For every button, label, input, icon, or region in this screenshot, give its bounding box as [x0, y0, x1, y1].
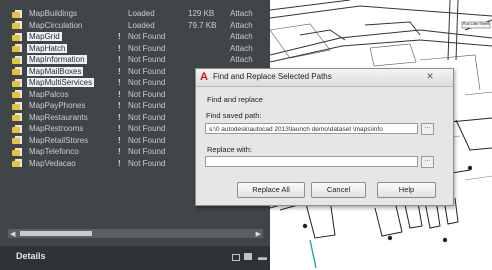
warning-icon: ! [118, 66, 121, 76]
replace-with-label: Replace with: [207, 145, 253, 154]
warning-icon: ! [118, 101, 121, 110]
reference-status: Not Found [128, 55, 166, 64]
horizontal-scrollbar[interactable]: ◀ ▶ [8, 229, 263, 238]
warning-icon: ! [118, 78, 121, 87]
reference-row[interactable]: MapInformation! Not Found Attach [10, 54, 268, 66]
reference-name: MapTelefonco [29, 147, 79, 156]
reference-row[interactable]: MapHatch! Not Found Attach [10, 43, 268, 55]
find-browse-button[interactable]: ... [421, 123, 434, 135]
folder-file-icon [12, 147, 22, 156]
reference-status: Not Found [128, 32, 166, 41]
scroll-left-arrow-icon[interactable]: ◀ [10, 230, 15, 238]
reference-type: Attach [230, 20, 253, 30]
details-section-header[interactable]: Details ▬ [0, 246, 270, 270]
reference-status: Not Found [128, 147, 166, 156]
folder-file-icon [12, 113, 22, 121]
reference-type: Attach [230, 55, 253, 64]
folder-file-icon [12, 44, 22, 52]
warning-icon: ! [118, 43, 121, 53]
reference-name: MapPalcos [29, 89, 69, 99]
reference-type: Attach [230, 43, 253, 53]
reference-status: Not Found [128, 66, 166, 76]
reference-name: MapRestaurants [29, 112, 88, 122]
dialog-title: Find and Replace Selected Paths [213, 72, 332, 81]
replace-with-field[interactable] [205, 156, 418, 167]
replace-browse-button[interactable]: ... [421, 156, 434, 168]
reference-size: 129 KB [188, 9, 215, 18]
warning-icon: ! [118, 89, 121, 99]
reference-status: Not Found [128, 101, 166, 110]
scrollbar-thumb[interactable] [20, 231, 92, 236]
warning-icon: ! [118, 112, 121, 122]
reference-status: Not Found [128, 89, 166, 99]
find-replace-dialog: A Find and Replace Selected Paths ✕ Find… [195, 68, 454, 206]
preview-view-icon[interactable] [244, 253, 252, 260]
folder-file-icon [12, 159, 22, 167]
reference-name: MapInformation [27, 55, 87, 64]
reference-name: MapCirculation [29, 20, 83, 30]
folder-file-icon [12, 124, 22, 133]
folder-file-icon [12, 90, 22, 98]
reference-status: Not Found [128, 78, 166, 87]
reference-name: MapPayPhones [29, 101, 86, 110]
scroll-right-arrow-icon[interactable]: ▶ [256, 230, 261, 238]
dialog-title-bar[interactable]: A Find and Replace Selected Paths ✕ [196, 69, 453, 87]
reference-status: Loaded [128, 9, 155, 18]
details-label: Details [16, 251, 46, 261]
reference-type: Attach [230, 9, 253, 18]
folder-file-icon [12, 9, 22, 18]
reference-status: Not Found [128, 43, 166, 53]
reference-name: MapHatch [27, 43, 68, 53]
warning-icon: ! [118, 124, 121, 133]
reference-name: MapRestrooms [29, 124, 84, 133]
folder-file-icon [12, 136, 22, 144]
find-path-field[interactable]: s:\0 autodesk\autocad 2013\launch demo\d… [205, 123, 418, 134]
app-window: MapBuildings Loaded 129 KB Attach MapCircula… [0, 0, 492, 270]
folder-file-icon [12, 32, 22, 41]
reference-status: Not Found [128, 158, 166, 168]
list-view-icon[interactable] [232, 254, 240, 261]
reference-row[interactable]: MapGrid! Not Found Attach [10, 31, 268, 43]
reference-status: Not Found [128, 124, 166, 133]
reference-size: 79.7 KB [188, 20, 217, 30]
reference-row[interactable]: MapBuildings Loaded 129 KB Attach [10, 8, 268, 20]
reference-name: MapBuildings [29, 9, 78, 18]
reference-name: MapRetailStores [29, 135, 89, 145]
folder-file-icon [12, 21, 22, 29]
warning-icon: ! [118, 55, 121, 64]
reference-type: Attach [230, 32, 253, 41]
reference-name: MapMailBoxes [27, 66, 84, 76]
warning-icon: ! [118, 147, 121, 156]
replace-all-button[interactable]: Replace All [237, 182, 305, 198]
find-path-label: Find saved path: [206, 111, 262, 120]
reference-status: Not Found [128, 135, 166, 145]
street-label: Rua Latin Street [463, 22, 489, 26]
folder-file-icon [12, 78, 22, 87]
reference-name: MapMultiServices [27, 78, 95, 87]
cancel-button[interactable]: Cancel [311, 182, 366, 198]
reference-name: MapGrid [27, 32, 62, 41]
reference-name: MapVedacao [29, 158, 76, 168]
warning-icon: ! [118, 135, 121, 145]
reference-row[interactable]: MapCirculation Loaded 79.7 KB Attach [10, 20, 268, 32]
folder-file-icon [12, 55, 22, 64]
collapse-icon[interactable]: ▬ [258, 252, 267, 262]
warning-icon: ! [118, 158, 121, 168]
reference-status: Not Found [128, 112, 166, 122]
warning-icon: ! [118, 32, 121, 41]
section-label: Find and replace [207, 95, 263, 104]
folder-file-icon [12, 67, 22, 75]
autocad-a-icon: A [200, 71, 208, 83]
folder-file-icon [12, 101, 22, 110]
help-button[interactable]: Help [377, 182, 436, 198]
reference-status: Loaded [128, 20, 155, 30]
close-icon[interactable]: ✕ [420, 71, 440, 82]
